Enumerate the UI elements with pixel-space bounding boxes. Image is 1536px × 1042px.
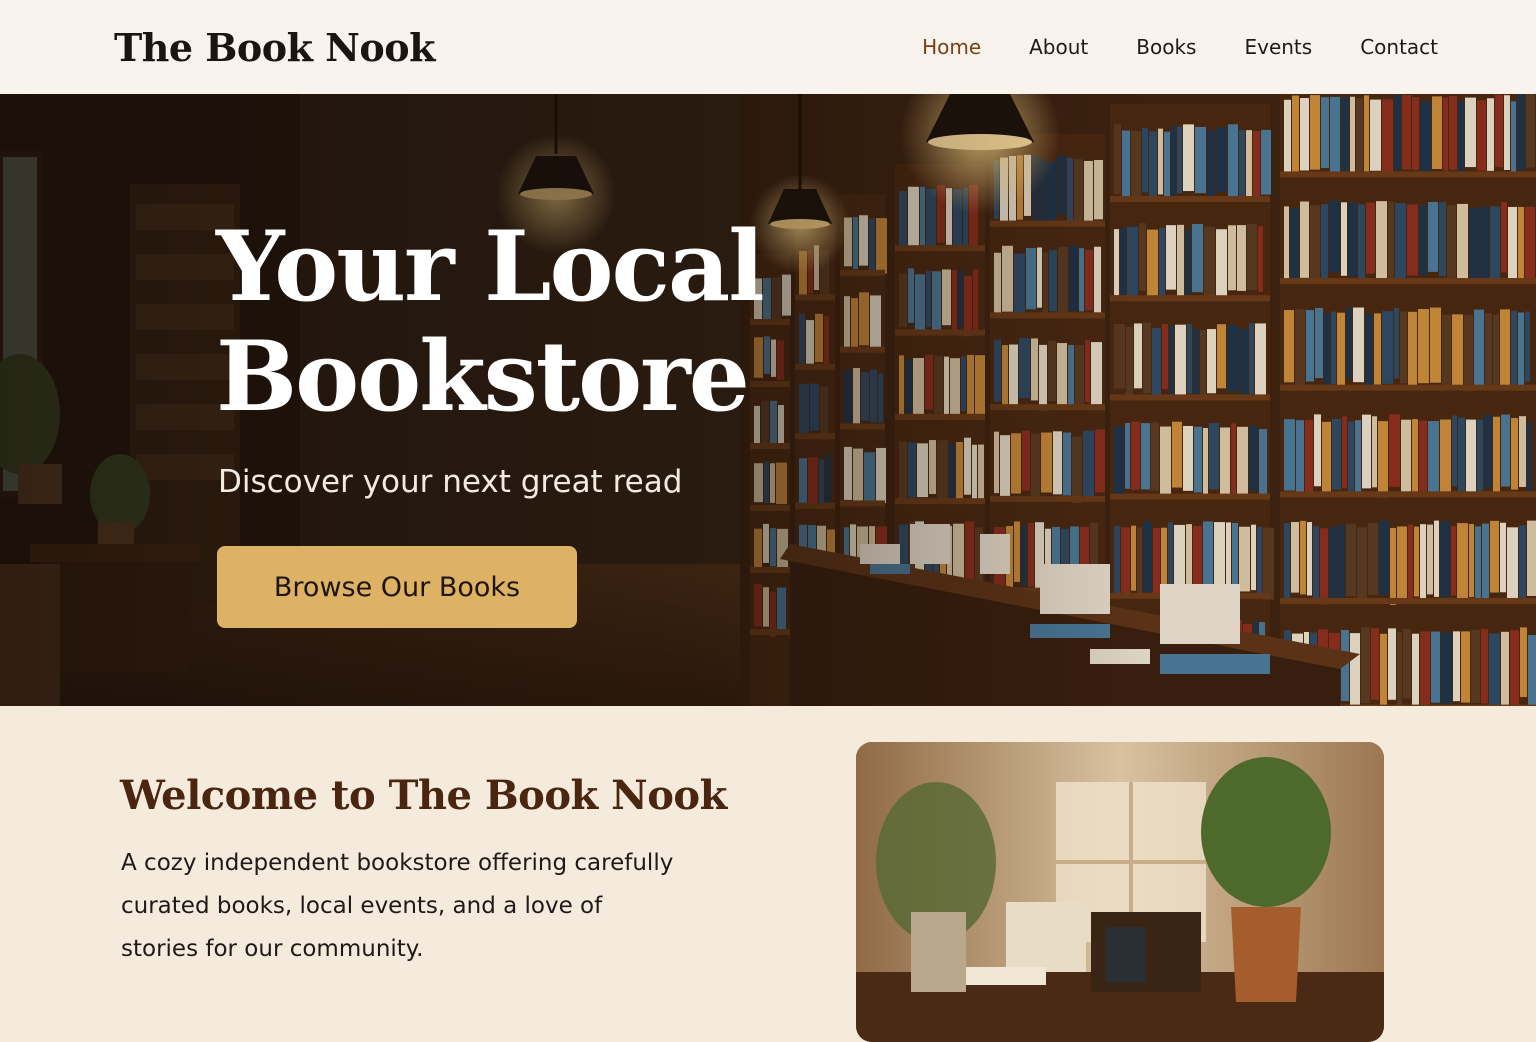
site-logo[interactable]: The Book Nook bbox=[114, 25, 435, 70]
welcome-section: Welcome to The Book Nook A cozy independ… bbox=[0, 706, 1536, 1042]
welcome-description: A cozy independent bookstore offering ca… bbox=[121, 850, 674, 962]
site-header: The Book Nook Home About Books Events Co… bbox=[0, 0, 1536, 94]
browse-books-button[interactable]: Browse Our Books bbox=[217, 546, 577, 628]
hero-title: Your Local Bookstore bbox=[216, 210, 765, 433]
hero-subtitle: Discover your next great read bbox=[218, 464, 683, 500]
nav-contact[interactable]: Contact bbox=[1360, 35, 1438, 59]
nav-about[interactable]: About bbox=[1029, 35, 1088, 59]
hero-section: Your Local Bookstore Discover your next … bbox=[0, 94, 1536, 706]
reading-nook-image bbox=[856, 742, 1384, 1042]
nav-home[interactable]: Home bbox=[922, 35, 981, 59]
nav-books[interactable]: Books bbox=[1136, 35, 1196, 59]
main-nav: Home About Books Events Contact bbox=[922, 35, 1438, 59]
nav-events[interactable]: Events bbox=[1244, 35, 1312, 59]
welcome-title: Welcome to The Book Nook bbox=[120, 772, 727, 819]
